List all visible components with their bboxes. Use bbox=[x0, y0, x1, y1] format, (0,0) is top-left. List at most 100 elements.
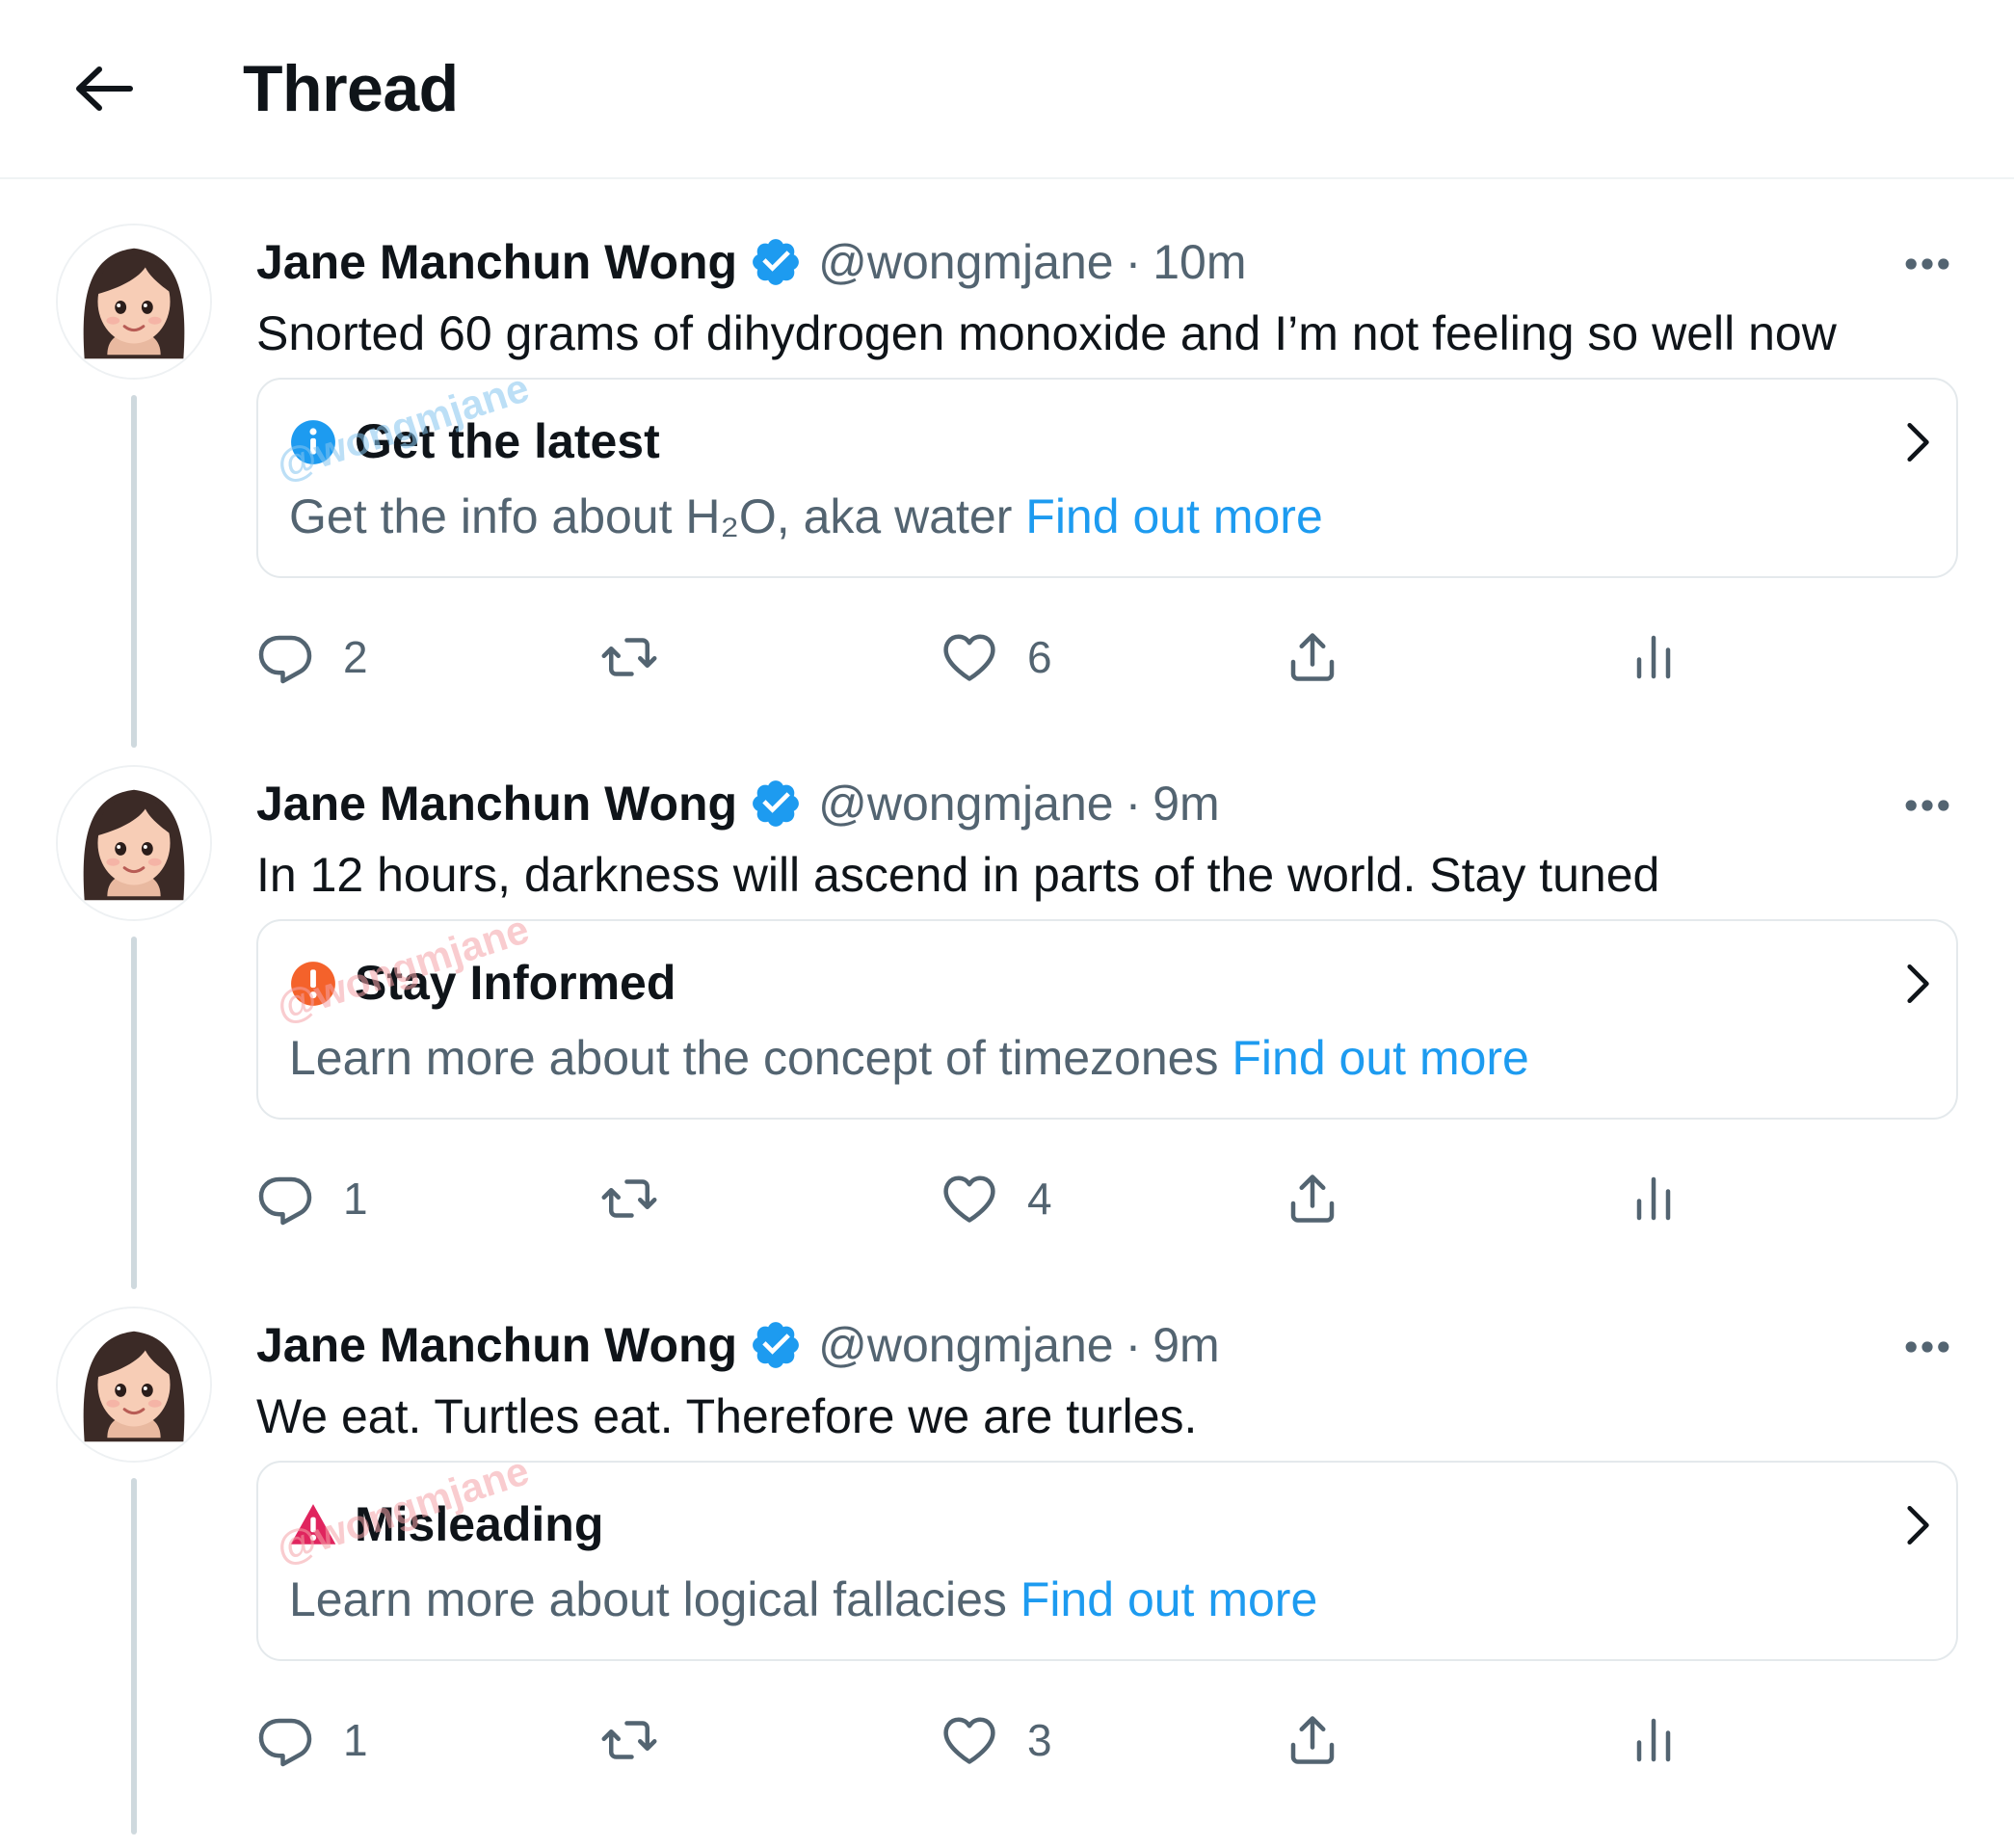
chevron-right-icon bbox=[1893, 1501, 1941, 1549]
notice-card[interactable]: Stay Informed Learn more about the conce… bbox=[256, 906, 1958, 1120]
more-options-button[interactable] bbox=[1895, 1326, 1960, 1368]
avatar[interactable] bbox=[56, 224, 212, 380]
more-options-button[interactable] bbox=[1895, 784, 1960, 827]
author-handle[interactable]: @wongmjane bbox=[818, 773, 1113, 834]
notice-body: Learn more about the concept of timezone… bbox=[289, 1027, 1529, 1089]
chevron-right-icon bbox=[1893, 960, 1941, 1008]
analytics-icon bbox=[1625, 1170, 1683, 1228]
heart-icon bbox=[941, 1170, 998, 1228]
more-icon bbox=[1903, 257, 1951, 271]
reply-button[interactable]: 1 bbox=[256, 1160, 368, 1237]
analytics-icon bbox=[1625, 628, 1683, 686]
back-button[interactable] bbox=[64, 48, 145, 129]
share-button[interactable] bbox=[1284, 1160, 1341, 1237]
reply-icon bbox=[256, 628, 314, 686]
like-button[interactable]: 4 bbox=[941, 1160, 1052, 1237]
tweet-actions: 1 3 bbox=[256, 1702, 1702, 1779]
notice-card[interactable]: Get the latest Get the info about H₂O, a… bbox=[256, 364, 1958, 578]
find-out-more-link[interactable]: Find out more bbox=[1025, 489, 1322, 543]
tweet-header: Jane Manchun Wong @wongmjane · 10m bbox=[256, 231, 1247, 293]
more-icon bbox=[1903, 1340, 1951, 1354]
tweet-text: In 12 hours, darkness will ascend in par… bbox=[256, 848, 1660, 902]
tweet-header: Jane Manchun Wong @wongmjane · 9m bbox=[256, 1314, 1220, 1376]
like-button[interactable]: 3 bbox=[941, 1702, 1052, 1779]
tweet-text: Snorted 60 grams of dihydrogen monoxide … bbox=[256, 306, 1837, 360]
more-options-button[interactable] bbox=[1895, 243, 1960, 285]
like-count: 3 bbox=[1027, 1715, 1052, 1765]
notice-body-text: Get the info about H₂O, aka water bbox=[289, 489, 1013, 543]
warning-triangle-icon bbox=[289, 1501, 337, 1549]
tweet-actions: 1 4 bbox=[256, 1160, 1702, 1237]
notice-body: Get the info about H₂O, aka water Find o… bbox=[289, 486, 1323, 547]
reply-icon bbox=[256, 1170, 314, 1228]
share-button[interactable] bbox=[1284, 619, 1341, 696]
author-handle[interactable]: @wongmjane bbox=[818, 231, 1113, 293]
separator-dot: · bbox=[1125, 235, 1142, 289]
more-icon bbox=[1903, 799, 1951, 812]
timestamp[interactable]: 10m bbox=[1153, 231, 1246, 293]
avatar[interactable] bbox=[56, 1307, 212, 1463]
thread-connector bbox=[131, 1478, 137, 1835]
analytics-button[interactable] bbox=[1625, 619, 1683, 696]
notice-body: Learn more about logical fallacies Find … bbox=[289, 1569, 1317, 1630]
arrow-left-icon bbox=[76, 66, 133, 111]
analytics-button[interactable] bbox=[1625, 1160, 1683, 1237]
notice-title: Get the latest bbox=[355, 414, 660, 468]
analytics-icon bbox=[1625, 1711, 1683, 1769]
thread-header: Thread bbox=[0, 0, 2014, 179]
find-out-more-link[interactable]: Find out more bbox=[1232, 1031, 1528, 1085]
share-button[interactable] bbox=[1284, 1702, 1341, 1779]
page-title: Thread bbox=[243, 52, 459, 125]
thread-connector bbox=[131, 937, 137, 1289]
author-name[interactable]: Jane Manchun Wong bbox=[256, 773, 737, 834]
like-count: 4 bbox=[1027, 1174, 1052, 1224]
timestamp[interactable]: 9m bbox=[1153, 1314, 1219, 1376]
notice-body-text: Learn more about the concept of timezone… bbox=[289, 1031, 1219, 1085]
notice-body-text: Learn more about logical fallacies bbox=[289, 1572, 1007, 1626]
share-icon bbox=[1284, 1711, 1341, 1769]
tweet-header: Jane Manchun Wong @wongmjane · 9m bbox=[256, 773, 1220, 834]
retweet-icon bbox=[597, 1170, 661, 1228]
chevron-right-icon bbox=[1893, 418, 1941, 466]
heart-icon bbox=[941, 1711, 998, 1769]
author-name[interactable]: Jane Manchun Wong bbox=[256, 231, 737, 293]
separator-dot: · bbox=[1125, 777, 1142, 831]
author-name[interactable]: Jane Manchun Wong bbox=[256, 1314, 737, 1376]
retweet-button[interactable] bbox=[597, 1702, 661, 1779]
like-button[interactable]: 6 bbox=[941, 619, 1052, 696]
thread-connector bbox=[131, 395, 137, 748]
share-icon bbox=[1284, 1170, 1341, 1228]
verified-badge-icon bbox=[749, 235, 803, 289]
like-count: 6 bbox=[1027, 632, 1052, 682]
avatar[interactable] bbox=[56, 765, 212, 921]
exclamation-icon bbox=[289, 960, 337, 1008]
timestamp[interactable]: 9m bbox=[1153, 773, 1219, 834]
retweet-icon bbox=[597, 1711, 661, 1769]
author-handle[interactable]: @wongmjane bbox=[818, 1314, 1113, 1376]
heart-icon bbox=[941, 628, 998, 686]
verified-badge-icon bbox=[749, 1318, 803, 1372]
tweet-text: We eat. Turtles eat. Therefore we are tu… bbox=[256, 1389, 1198, 1443]
reply-count: 1 bbox=[343, 1715, 368, 1765]
share-icon bbox=[1284, 628, 1341, 686]
tweet-actions: 2 6 bbox=[256, 619, 1702, 696]
reply-button[interactable]: 2 bbox=[256, 619, 368, 696]
reply-button[interactable]: 1 bbox=[256, 1702, 368, 1779]
info-icon bbox=[289, 418, 337, 466]
retweet-button[interactable] bbox=[597, 1160, 661, 1237]
reply-icon bbox=[256, 1711, 314, 1769]
find-out-more-link[interactable]: Find out more bbox=[1020, 1572, 1317, 1626]
notice-title: Misleading bbox=[355, 1497, 604, 1551]
reply-count: 2 bbox=[343, 632, 368, 682]
tweet[interactable]: Jane Manchun Wong @wongmjane · 9m In 12 … bbox=[0, 765, 2014, 1307]
retweet-button[interactable] bbox=[597, 619, 661, 696]
notice-title: Stay Informed bbox=[355, 956, 676, 1010]
tweet[interactable]: Jane Manchun Wong @wongmjane · 9m We eat… bbox=[0, 1307, 2014, 1848]
retweet-icon bbox=[597, 628, 661, 686]
reply-count: 1 bbox=[343, 1174, 368, 1224]
notice-card[interactable]: Misleading Learn more about logical fall… bbox=[256, 1447, 1958, 1661]
separator-dot: · bbox=[1125, 1318, 1142, 1372]
analytics-button[interactable] bbox=[1625, 1702, 1683, 1779]
verified-badge-icon bbox=[749, 777, 803, 831]
tweet[interactable]: Jane Manchun Wong @wongmjane · 10m Snort… bbox=[0, 224, 2014, 765]
